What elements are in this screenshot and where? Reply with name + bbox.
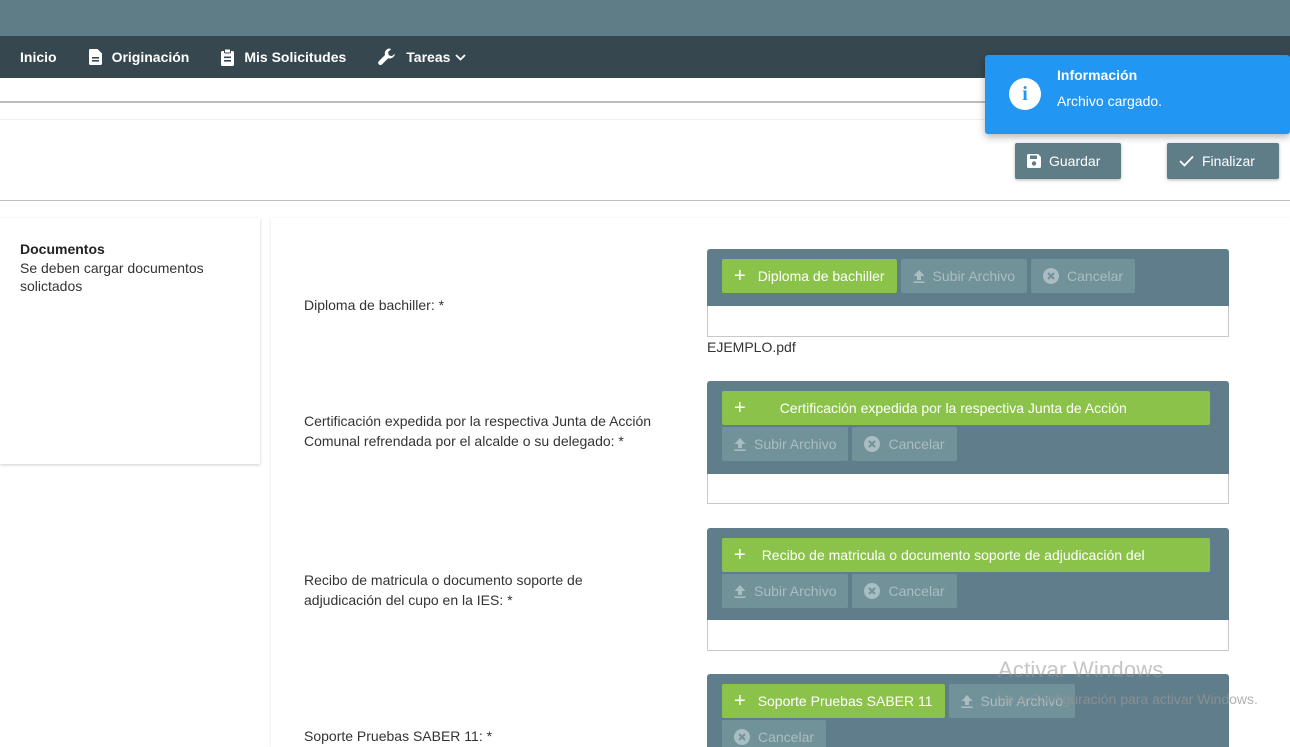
divider <box>0 200 1290 201</box>
floppy-disk-icon <box>1027 154 1041 168</box>
choose-file-label: Recibo de matricula o documento soporte … <box>761 547 1145 563</box>
cancel-icon <box>1043 268 1060 284</box>
info-icon: i <box>1009 78 1041 110</box>
cancel-label: Cancelar <box>1067 268 1124 284</box>
cancel-icon <box>864 436 881 452</box>
file-upload-toolbar: + Diploma de bachiller Subir Archivo Canc… <box>707 249 1229 306</box>
cancel-label: Cancelar <box>888 436 945 452</box>
cancel-icon <box>734 729 750 745</box>
windows-activation-title: Activar Windows <box>998 657 1164 682</box>
file-upload-content[interactable] <box>707 474 1229 504</box>
document-label-certificacion: Certificación expedida por la respectiva… <box>304 413 652 449</box>
plus-icon: + <box>734 690 746 712</box>
upload-icon <box>734 437 746 451</box>
plus-icon: + <box>734 265 746 287</box>
nav-item-label: Inicio <box>20 49 57 65</box>
file-upload-toolbar: + Soporte Pruebas SABER 11 Subir Archivo … <box>707 674 1229 747</box>
choose-file-button[interactable]: + Certificación expedida por la respectiv… <box>722 391 1210 425</box>
upload-icon <box>961 694 973 708</box>
nav-item-label: Mis Solicitudes <box>244 49 347 65</box>
cancel-button: Cancelar <box>852 574 957 608</box>
windows-activation-subtitle: Ve a Configuración para activar Windows. <box>998 691 1258 707</box>
cancel-button: Cancelar <box>722 720 827 747</box>
upload-label: Subir Archivo <box>754 583 837 599</box>
nav-item-originacion[interactable]: Originación <box>88 49 190 65</box>
document-label-recibo-matricula: Recibo de matricula o documento soporte … <box>304 572 583 608</box>
nav-item-label: Tareas <box>406 49 451 65</box>
file-upload-toolbar: + Recibo de matricula o documento soporte… <box>707 528 1229 620</box>
nav-item-label: Originación <box>111 49 190 65</box>
clipboard-icon <box>221 48 235 66</box>
wrench-icon <box>378 48 396 66</box>
check-icon <box>1179 155 1194 167</box>
save-button-label: Guardar <box>1049 153 1101 169</box>
upload-button: Subir Archivo <box>722 574 849 608</box>
plus-icon: + <box>734 544 746 566</box>
chevron-down-icon <box>455 53 467 61</box>
toast-message: Archivo cargado. <box>1057 93 1163 109</box>
choose-file-button[interactable]: + Soporte Pruebas SABER 11 <box>722 684 945 718</box>
save-button[interactable]: Guardar <box>1015 143 1121 179</box>
choose-file-label: Soporte Pruebas SABER 11 <box>757 693 933 709</box>
upload-icon <box>913 269 925 283</box>
section-description: Se deben cargar documentos solictados <box>20 260 204 294</box>
file-icon <box>88 49 102 65</box>
choose-file-label: Diploma de bachiller <box>757 268 885 284</box>
document-label-saber-11: Soporte Pruebas SABER 11: * <box>304 728 493 744</box>
upload-button: Subir Archivo <box>722 427 849 461</box>
file-upload-content[interactable] <box>707 306 1229 337</box>
upload-label: Subir Archivo <box>932 268 1016 284</box>
finish-button[interactable]: Finalizar <box>1167 143 1279 179</box>
cancel-icon <box>864 583 881 599</box>
toast-title: Información <box>1057 67 1138 83</box>
upload-label: Subir Archivo <box>754 436 837 452</box>
choose-file-button[interactable]: + Diploma de bachiller <box>722 259 897 293</box>
document-label-diploma: Diploma de bachiller: * <box>304 297 445 313</box>
upload-icon <box>734 584 746 598</box>
upload-button: Subir Archivo <box>900 259 1028 293</box>
section-title: Documentos <box>20 241 105 257</box>
nav-item-inicio[interactable]: Inicio <box>20 49 57 65</box>
file-upload-content[interactable] <box>707 620 1229 651</box>
finish-button-label: Finalizar <box>1202 153 1255 169</box>
plus-icon: + <box>734 397 746 419</box>
choose-file-label: Certificación expedida por la respectiva… <box>779 400 1127 416</box>
cancel-label: Cancelar <box>888 583 945 599</box>
cancel-label: Cancelar <box>758 729 815 745</box>
uploaded-file-name: EJEMPLO.pdf <box>707 339 796 355</box>
nav-item-tareas[interactable]: Tareas <box>378 48 467 66</box>
top-strip <box>0 0 1290 36</box>
info-toast[interactable]: i Información Archivo cargado. <box>985 55 1290 134</box>
cancel-button: Cancelar <box>1031 259 1136 293</box>
cancel-button: Cancelar <box>852 427 957 461</box>
documents-info-card: Documentos Se deben cargar documentos so… <box>0 218 260 464</box>
nav-item-mis-solicitudes[interactable]: Mis Solicitudes <box>221 48 347 66</box>
choose-file-button[interactable]: + Recibo de matricula o documento soporte… <box>722 538 1210 572</box>
file-upload-toolbar: + Certificación expedida por la respectiv… <box>707 381 1229 474</box>
